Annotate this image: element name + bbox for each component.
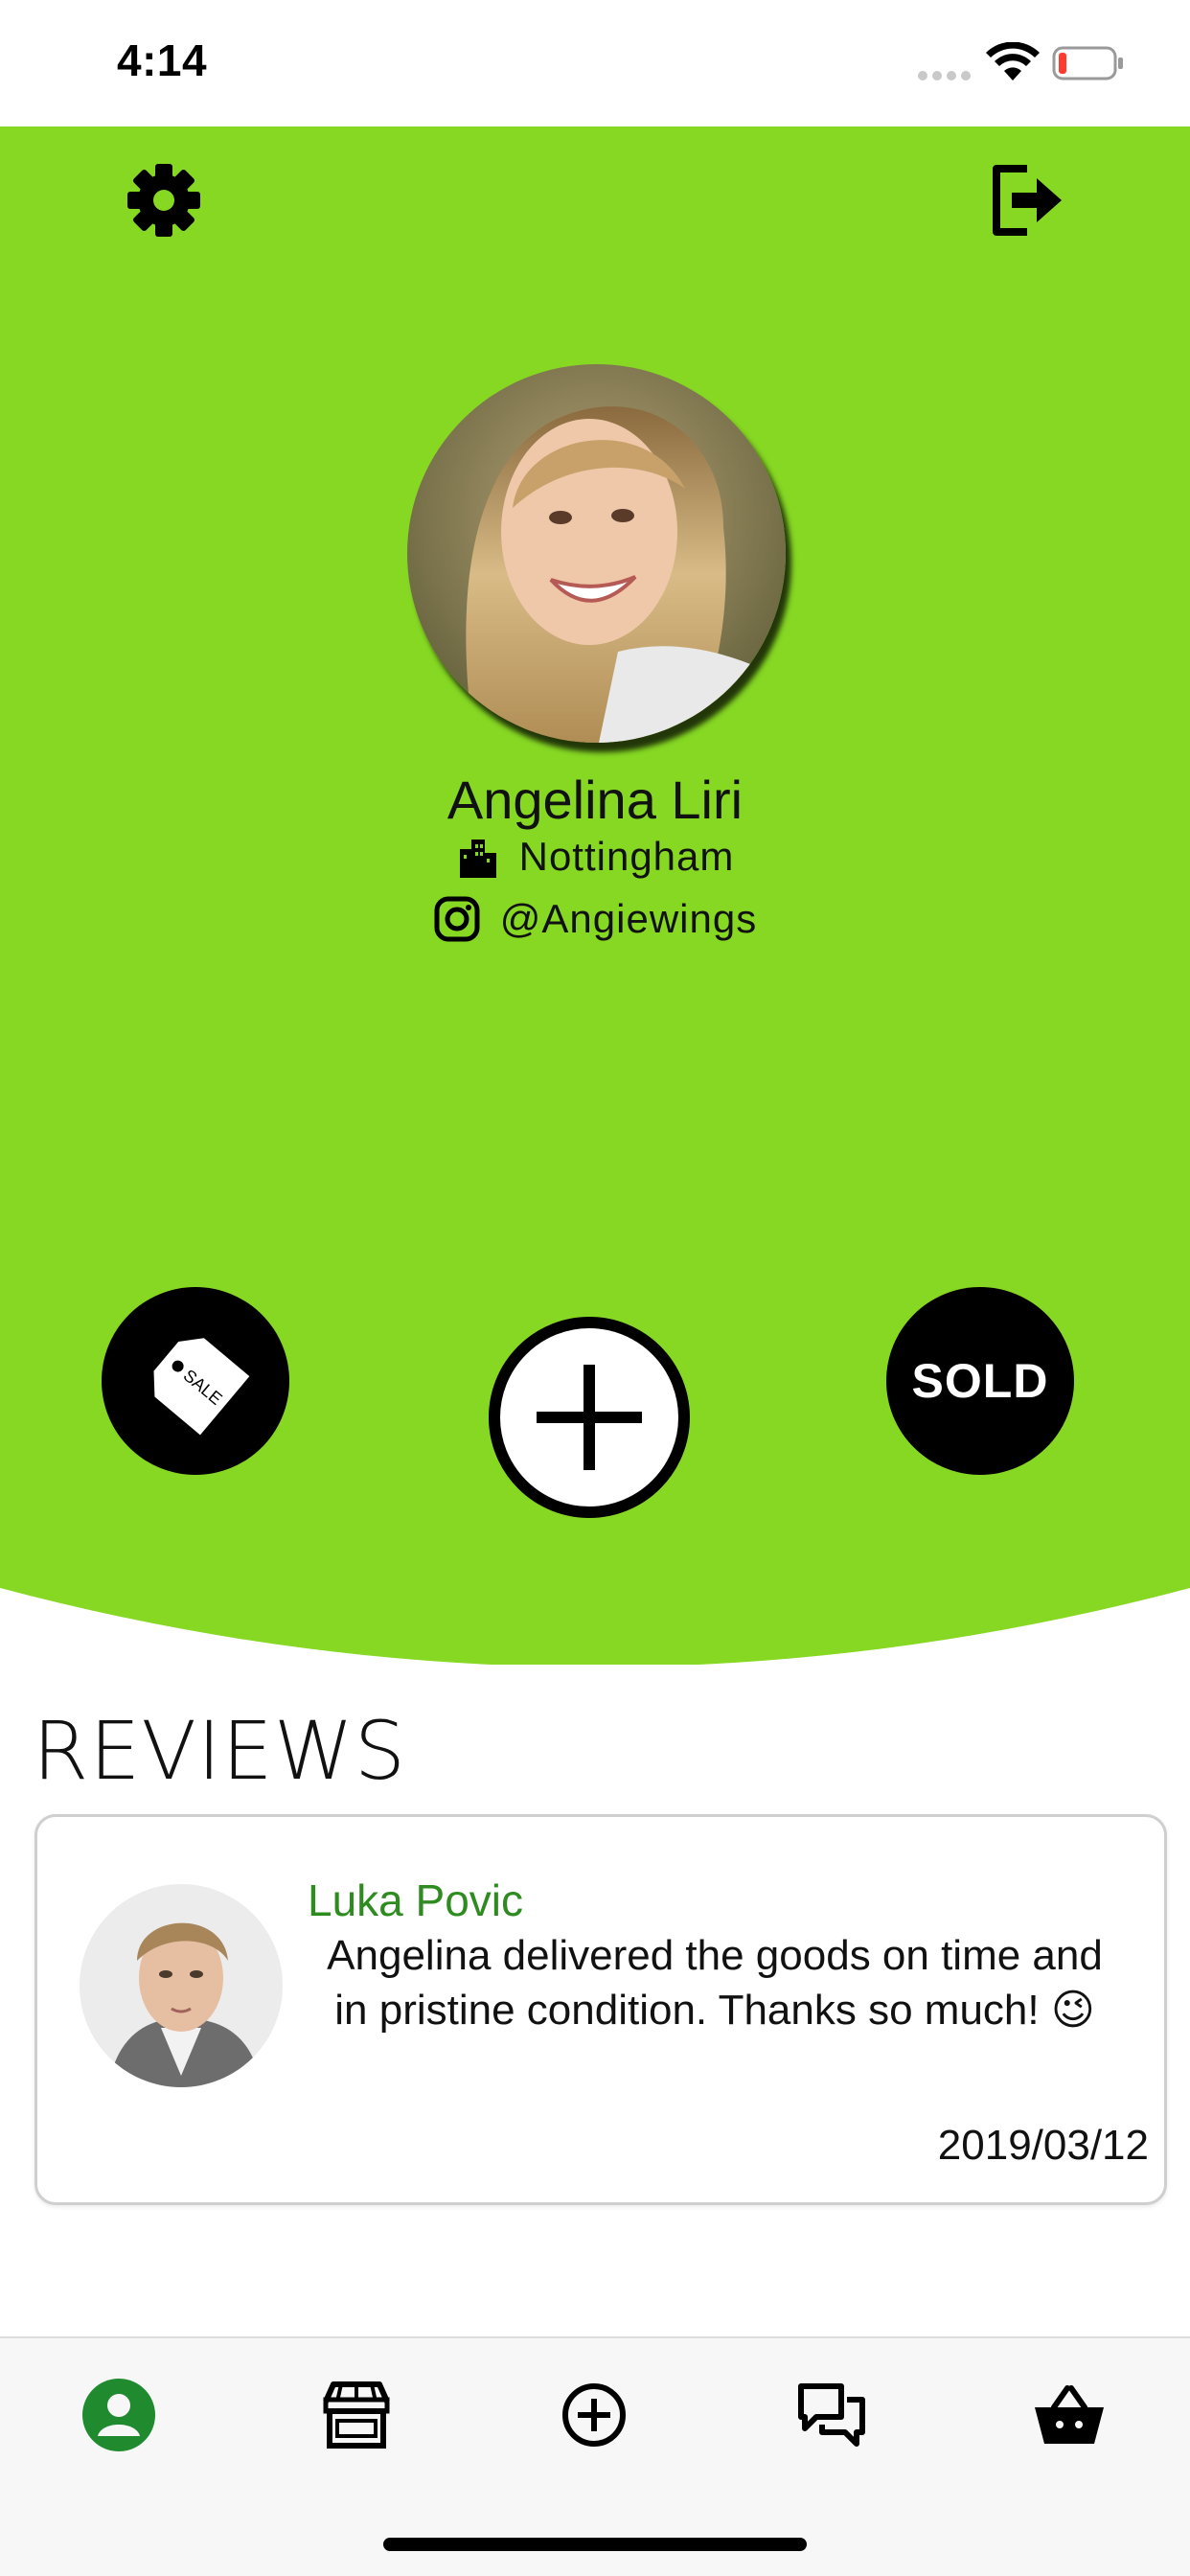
add-listing-button[interactable] (489, 1317, 690, 1518)
review-text: Angelina delivered the goods on time and… (327, 1932, 1103, 2034)
battery-icon (1052, 46, 1123, 80)
sold-label: SOLD (911, 1354, 1049, 1408)
status-time: 4:14 (117, 35, 208, 85)
instagram-row[interactable]: @Angiewings (0, 895, 1190, 943)
plus-icon (537, 1365, 642, 1470)
logout-icon[interactable] (987, 161, 1065, 240)
location-row: Nottingham (0, 834, 1190, 880)
sale-tag-icon: SALE (153, 1338, 250, 1436)
cellular-signal-icon (918, 71, 971, 80)
tab-basket[interactable] (1021, 2367, 1117, 2463)
sold-items-button[interactable]: SOLD (886, 1287, 1074, 1475)
reviews-heading: REVIEWS (33, 1704, 407, 1798)
basket-icon (1035, 2385, 1104, 2444)
settings-gear-icon[interactable] (125, 161, 203, 240)
city-buildings-icon (459, 840, 496, 878)
add-circle-icon (562, 2383, 626, 2447)
status-bar: 4:14 (0, 0, 1190, 126)
location-text: Nottingham (518, 834, 735, 879)
review-card[interactable]: Luka Povic Angelina delivered the goods … (34, 1814, 1167, 2205)
home-indicator[interactable] (383, 2538, 807, 2551)
tab-store[interactable] (309, 2367, 404, 2463)
tab-messages[interactable] (784, 2367, 880, 2463)
reviewer-avatar[interactable] (80, 1884, 283, 2087)
tab-add[interactable] (546, 2367, 642, 2463)
profile-icon (82, 2379, 155, 2451)
chat-icon (798, 2383, 865, 2447)
profile-name: Angelina Liri (446, 770, 744, 830)
profile-avatar[interactable] (407, 364, 786, 743)
review-date: 2019/03/12 (937, 2122, 1149, 2169)
wifi-icon (986, 42, 1040, 80)
store-icon (323, 2381, 390, 2449)
instagram-handle: @Angiewings (499, 896, 758, 941)
for-sale-button[interactable]: SALE (102, 1287, 289, 1475)
reviewer-name[interactable]: Luka Povic (308, 1874, 523, 1926)
tab-profile[interactable] (71, 2367, 167, 2463)
instagram-icon (434, 896, 480, 942)
